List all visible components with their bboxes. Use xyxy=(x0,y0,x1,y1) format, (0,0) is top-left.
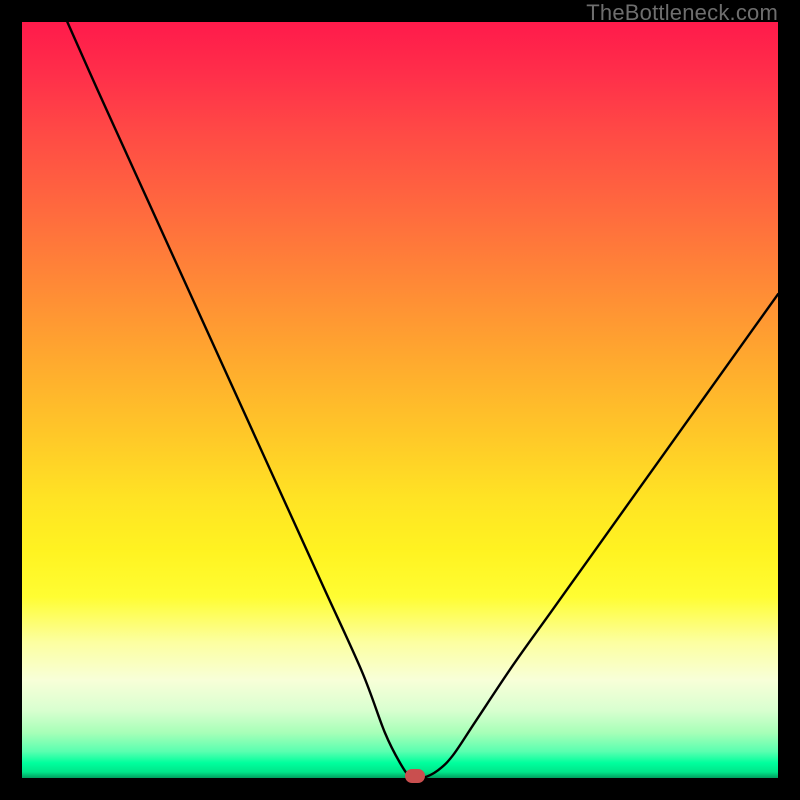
plot-area xyxy=(22,22,778,778)
bottleneck-curve xyxy=(22,22,778,778)
optimal-point-marker xyxy=(405,769,425,783)
chart-frame: TheBottleneck.com xyxy=(0,0,800,800)
